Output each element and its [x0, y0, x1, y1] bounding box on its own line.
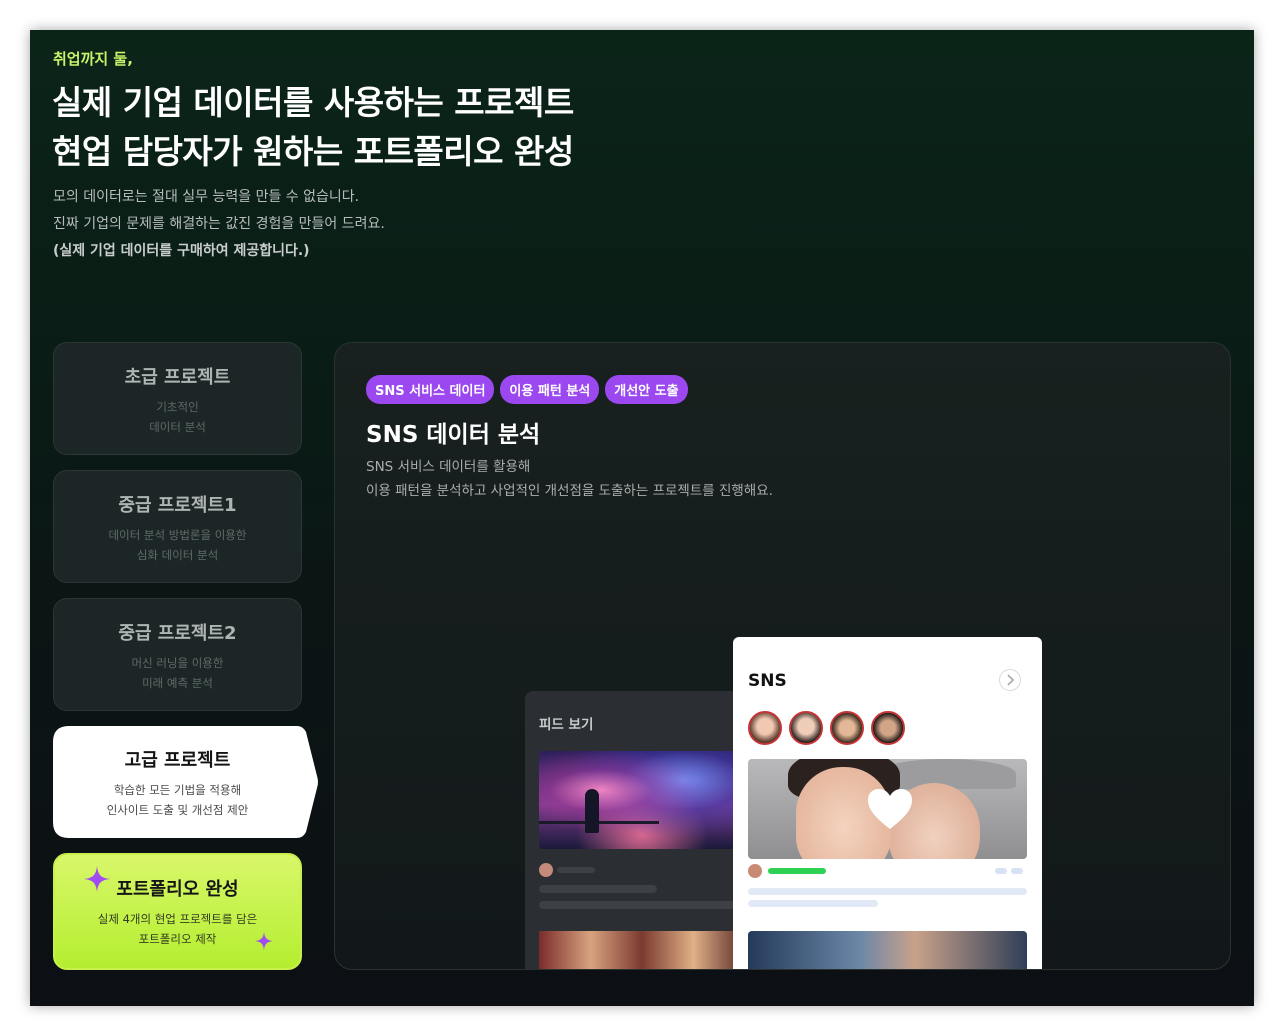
step-card-intermediate-2[interactable]: 중급 프로젝트2 머신 러닝을 이용한 미래 예측 분석 — [53, 598, 302, 711]
heart-icon — [868, 789, 912, 829]
tag-list: SNS 서비스 데이터 이용 패턴 분석 개선안 도출 — [366, 375, 688, 404]
step-subtitle-line: 머신 러닝을 이용한 — [131, 656, 224, 670]
step-subtitle-line: 데이터 분석 — [149, 420, 206, 434]
tag-chip: SNS 서비스 데이터 — [366, 375, 495, 404]
step-subtitle: 학습한 모든 기법을 적용해 인사이트 도출 및 개선점 제안 — [53, 780, 302, 820]
hero-description: 모의 데이터로는 절대 실무 능력을 만들 수 없습니다. 진짜 기업의 문제를… — [53, 184, 385, 265]
step-title: 중급 프로젝트2 — [118, 623, 237, 644]
placeholder-bar — [539, 901, 745, 909]
description-line: 진짜 기업의 문제를 해결하는 값진 경험을 만들어 드려요. — [53, 216, 385, 232]
feed-mockup: 피드 보기 — [525, 691, 745, 969]
step-subtitle: 기초적인 데이터 분석 — [54, 397, 301, 437]
sns-app-mockup: SNS — [733, 637, 1042, 969]
headline: 실제 기업 데이터를 사용하는 프로젝트 현업 담당자가 원하는 포트폴리오 완… — [52, 78, 574, 176]
feed-image-galaxy — [539, 751, 745, 849]
feed-label: 피드 보기 — [539, 717, 594, 733]
post-photo — [748, 931, 1027, 969]
story-avatars — [748, 711, 905, 745]
placeholder-bar — [748, 900, 878, 907]
tag-chip: 이용 패턴 분석 — [500, 375, 600, 404]
post-photo — [748, 759, 1027, 859]
step-subtitle-line: 미래 예측 분석 — [142, 676, 213, 690]
step-title: 고급 프로젝트 — [124, 750, 231, 771]
step-subtitle-line: 기초적인 — [156, 400, 199, 414]
progress-bar — [768, 868, 826, 874]
image-figure — [585, 789, 599, 833]
step-subtitle-line: 데이터 분석 방법론을 이용한 — [108, 528, 247, 542]
description-line: 모의 데이터로는 절대 실무 능력을 만들 수 없습니다. — [53, 189, 360, 205]
story-avatar — [789, 711, 823, 745]
story-avatar — [830, 711, 864, 745]
step-card-intermediate-1[interactable]: 중급 프로젝트1 데이터 분석 방법론을 이용한 심화 데이터 분석 — [53, 470, 302, 583]
story-avatar — [748, 711, 782, 745]
placeholder-pill — [995, 868, 1007, 874]
image-railing — [539, 821, 659, 824]
eyebrow-text: 취업까지 둘, — [53, 50, 133, 68]
step-subtitle: 데이터 분석 방법론을 이용한 심화 데이터 분석 — [54, 525, 301, 565]
placeholder-bar — [748, 888, 1027, 895]
headline-line: 실제 기업 데이터를 사용하는 프로젝트 — [52, 83, 574, 122]
step-subtitle: 머신 러닝을 이용한 미래 예측 분석 — [54, 653, 301, 693]
avatar — [748, 864, 762, 878]
story-avatar — [871, 711, 905, 745]
project-detail-panel: SNS 서비스 데이터 이용 패턴 분석 개선안 도출 SNS 데이터 분석 S… — [334, 342, 1231, 970]
placeholder-bar — [539, 885, 657, 893]
panel-title: SNS 데이터 분석 — [366, 422, 541, 448]
feed-image-crowd — [539, 931, 745, 969]
chevron-right-icon — [999, 669, 1021, 691]
description-note: (실제 기업 데이터를 구매하여 제공합니다.) — [53, 243, 310, 259]
step-subtitle-line: 심화 데이터 분석 — [136, 548, 219, 562]
step-title: 초급 프로젝트 — [124, 367, 231, 388]
panel-description-line: SNS 서비스 데이터를 활용해 — [366, 459, 531, 475]
panel-description-line: 이용 패턴을 분석하고 사업적인 개선점을 도출하는 프로젝트를 진행해요. — [366, 483, 773, 499]
step-card-beginner[interactable]: 초급 프로젝트 기초적인 데이터 분석 — [53, 342, 302, 455]
sparkle-icon — [84, 866, 110, 892]
avatar — [539, 863, 553, 877]
placeholder-pill — [1011, 868, 1023, 874]
step-title: 중급 프로젝트1 — [118, 495, 237, 516]
step-subtitle-line: 인사이트 도출 및 개선점 제안 — [106, 803, 249, 817]
headline-line: 현업 담당자가 원하는 포트폴리오 완성 — [52, 132, 574, 171]
tag-chip: 개선안 도출 — [605, 375, 688, 404]
placeholder-bar — [557, 867, 595, 873]
promo-section: 취업까지 둘, 실제 기업 데이터를 사용하는 프로젝트 현업 담당자가 원하는… — [30, 30, 1254, 1006]
step-subtitle-line: 실제 4개의 현업 프로젝트를 담은 — [97, 912, 258, 926]
step-subtitle-line: 학습한 모든 기법을 적용해 — [113, 783, 242, 797]
step-card-portfolio[interactable]: 포트폴리오 완성 실제 4개의 현업 프로젝트를 담은 포트폴리오 제작 — [53, 853, 302, 970]
sparkle-icon — [254, 931, 274, 951]
panel-description: SNS 서비스 데이터를 활용해 이용 패턴을 분석하고 사업적인 개선점을 도… — [366, 455, 773, 503]
sns-title: SNS — [748, 671, 787, 691]
step-card-advanced[interactable]: 고급 프로젝트 학습한 모든 기법을 적용해 인사이트 도출 및 개선점 제안 — [53, 726, 319, 839]
